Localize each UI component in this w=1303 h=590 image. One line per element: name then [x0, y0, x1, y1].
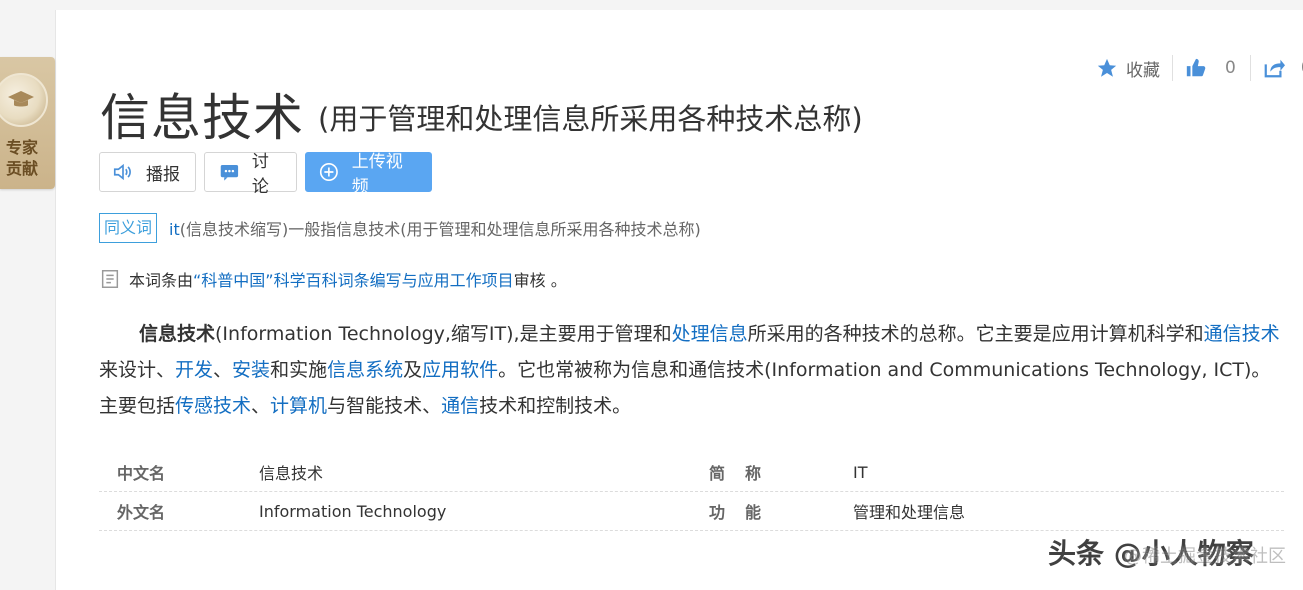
summary-text: (Information Technology,缩写IT),是主要用于管理和	[215, 323, 672, 345]
star-icon	[1097, 58, 1117, 77]
plus-circle-icon	[319, 163, 338, 181]
info-row: 外文名 Information Technology 功能 管理和处理信息	[99, 492, 1284, 531]
info-value: 管理和处理信息	[853, 503, 966, 522]
favorite-label: 收藏	[1126, 60, 1160, 81]
review-suffix: 审核 。	[513, 271, 567, 290]
expert-badge-text: 专家 贡献	[5, 138, 38, 178]
toolbar: 播报 讨论 上传视频	[99, 152, 432, 197]
link-communication[interactable]: 通信	[441, 395, 479, 417]
info-key: 中文名	[117, 464, 166, 483]
title-main: 信息技术	[100, 89, 304, 147]
title-subtitle: (用于管理和处理信息所采用各种技术总称)	[318, 102, 863, 136]
info-row: 中文名 信息技术 简称 IT	[99, 453, 1284, 492]
summary-text: 来设计、	[99, 359, 176, 381]
share-button[interactable]: 0	[1263, 57, 1303, 79]
summary-text: 、	[251, 395, 271, 417]
watermark: 头条 @小人物察 @稀土掘金技术社区	[1048, 532, 1286, 572]
summary-text: 和实施	[270, 359, 328, 381]
thumbs-up-icon	[1186, 58, 1206, 77]
favorite-button[interactable]: 收藏	[1096, 56, 1160, 81]
link-comm-tech[interactable]: 通信技术	[1204, 323, 1280, 345]
info-key: 功能	[709, 503, 782, 522]
summary-paragraph: 信息技术(Information Technology,缩写IT),是主要用于管…	[99, 316, 1284, 424]
discuss-label: 讨论	[251, 152, 269, 197]
review-prefix: 本词条由	[129, 271, 194, 290]
synonym-description: (信息技术缩写)一般指信息技术(用于管理和处理信息所采用各种技术总称)	[179, 220, 701, 239]
link-computer[interactable]: 计算机	[270, 395, 327, 417]
chat-bubble-icon	[220, 165, 239, 181]
review-note: 本词条由 “科普中国”科学百科词条编写与应用工作项目 审核 。	[99, 267, 567, 291]
summary-text: 技术和控制技术。	[479, 395, 632, 417]
synonym-row: 同义词 it(信息技术缩写)一般指信息技术(用于管理和处理信息所采用各种技术总称…	[99, 213, 701, 243]
synonym-text: it(信息技术缩写)一般指信息技术(用于管理和处理信息所采用各种技术总称)	[169, 216, 701, 240]
like-count: 0	[1225, 58, 1236, 78]
link-develop[interactable]: 开发	[175, 359, 213, 381]
summary-text: 与智能技术、	[327, 395, 442, 417]
like-button[interactable]: 0	[1185, 57, 1236, 79]
summary-text: 及	[403, 359, 423, 381]
link-process-info[interactable]: 处理信息	[672, 323, 748, 345]
upload-video-button[interactable]: 上传视频	[305, 152, 432, 197]
info-value: 信息技术	[259, 464, 324, 483]
synonym-tag: 同义词	[99, 213, 158, 243]
document-icon	[101, 270, 119, 288]
summary-term: 信息技术	[139, 323, 216, 345]
upload-label: 上传视频	[351, 152, 403, 197]
link-install[interactable]: 安装	[232, 359, 270, 381]
divider	[1172, 55, 1173, 81]
graduation-cap-icon	[0, 73, 48, 127]
info-key: 外文名	[117, 503, 166, 522]
divider	[1249, 55, 1251, 81]
review-project-link[interactable]: “科普中国”科学百科词条编写与应用工作项目	[193, 267, 514, 291]
info-value: Information Technology	[259, 501, 447, 521]
top-actions: 收藏 0 0	[1096, 54, 1303, 82]
basic-info-table: 中文名 信息技术 简称 IT 外文名 Information Technolog…	[99, 453, 1284, 531]
link-info-system[interactable]: 信息系统	[327, 359, 403, 381]
link-app-software[interactable]: 应用软件	[422, 359, 498, 381]
page-title: 信息技术 (用于管理和处理信息所采用各种技术总称)	[100, 78, 863, 150]
discuss-button[interactable]: 讨论	[204, 152, 297, 197]
watermark-sub: @稀土掘金技术社区	[1124, 546, 1286, 567]
summary-text: 、	[213, 359, 233, 381]
synonym-term-link[interactable]: it	[169, 220, 180, 239]
play-label: 播报	[146, 164, 180, 185]
play-audio-button[interactable]: 播报	[99, 152, 196, 192]
info-value: IT	[853, 462, 868, 482]
share-icon	[1264, 59, 1285, 78]
link-sensor-tech[interactable]: 传感技术	[175, 395, 251, 417]
summary-text: 所采用的各种技术的总称。它主要是应用计算机科学和	[747, 323, 1204, 345]
expert-contribution-badge[interactable]: 专家 贡献	[0, 57, 55, 189]
info-key: 简称	[709, 464, 782, 483]
speaker-icon	[113, 163, 131, 181]
